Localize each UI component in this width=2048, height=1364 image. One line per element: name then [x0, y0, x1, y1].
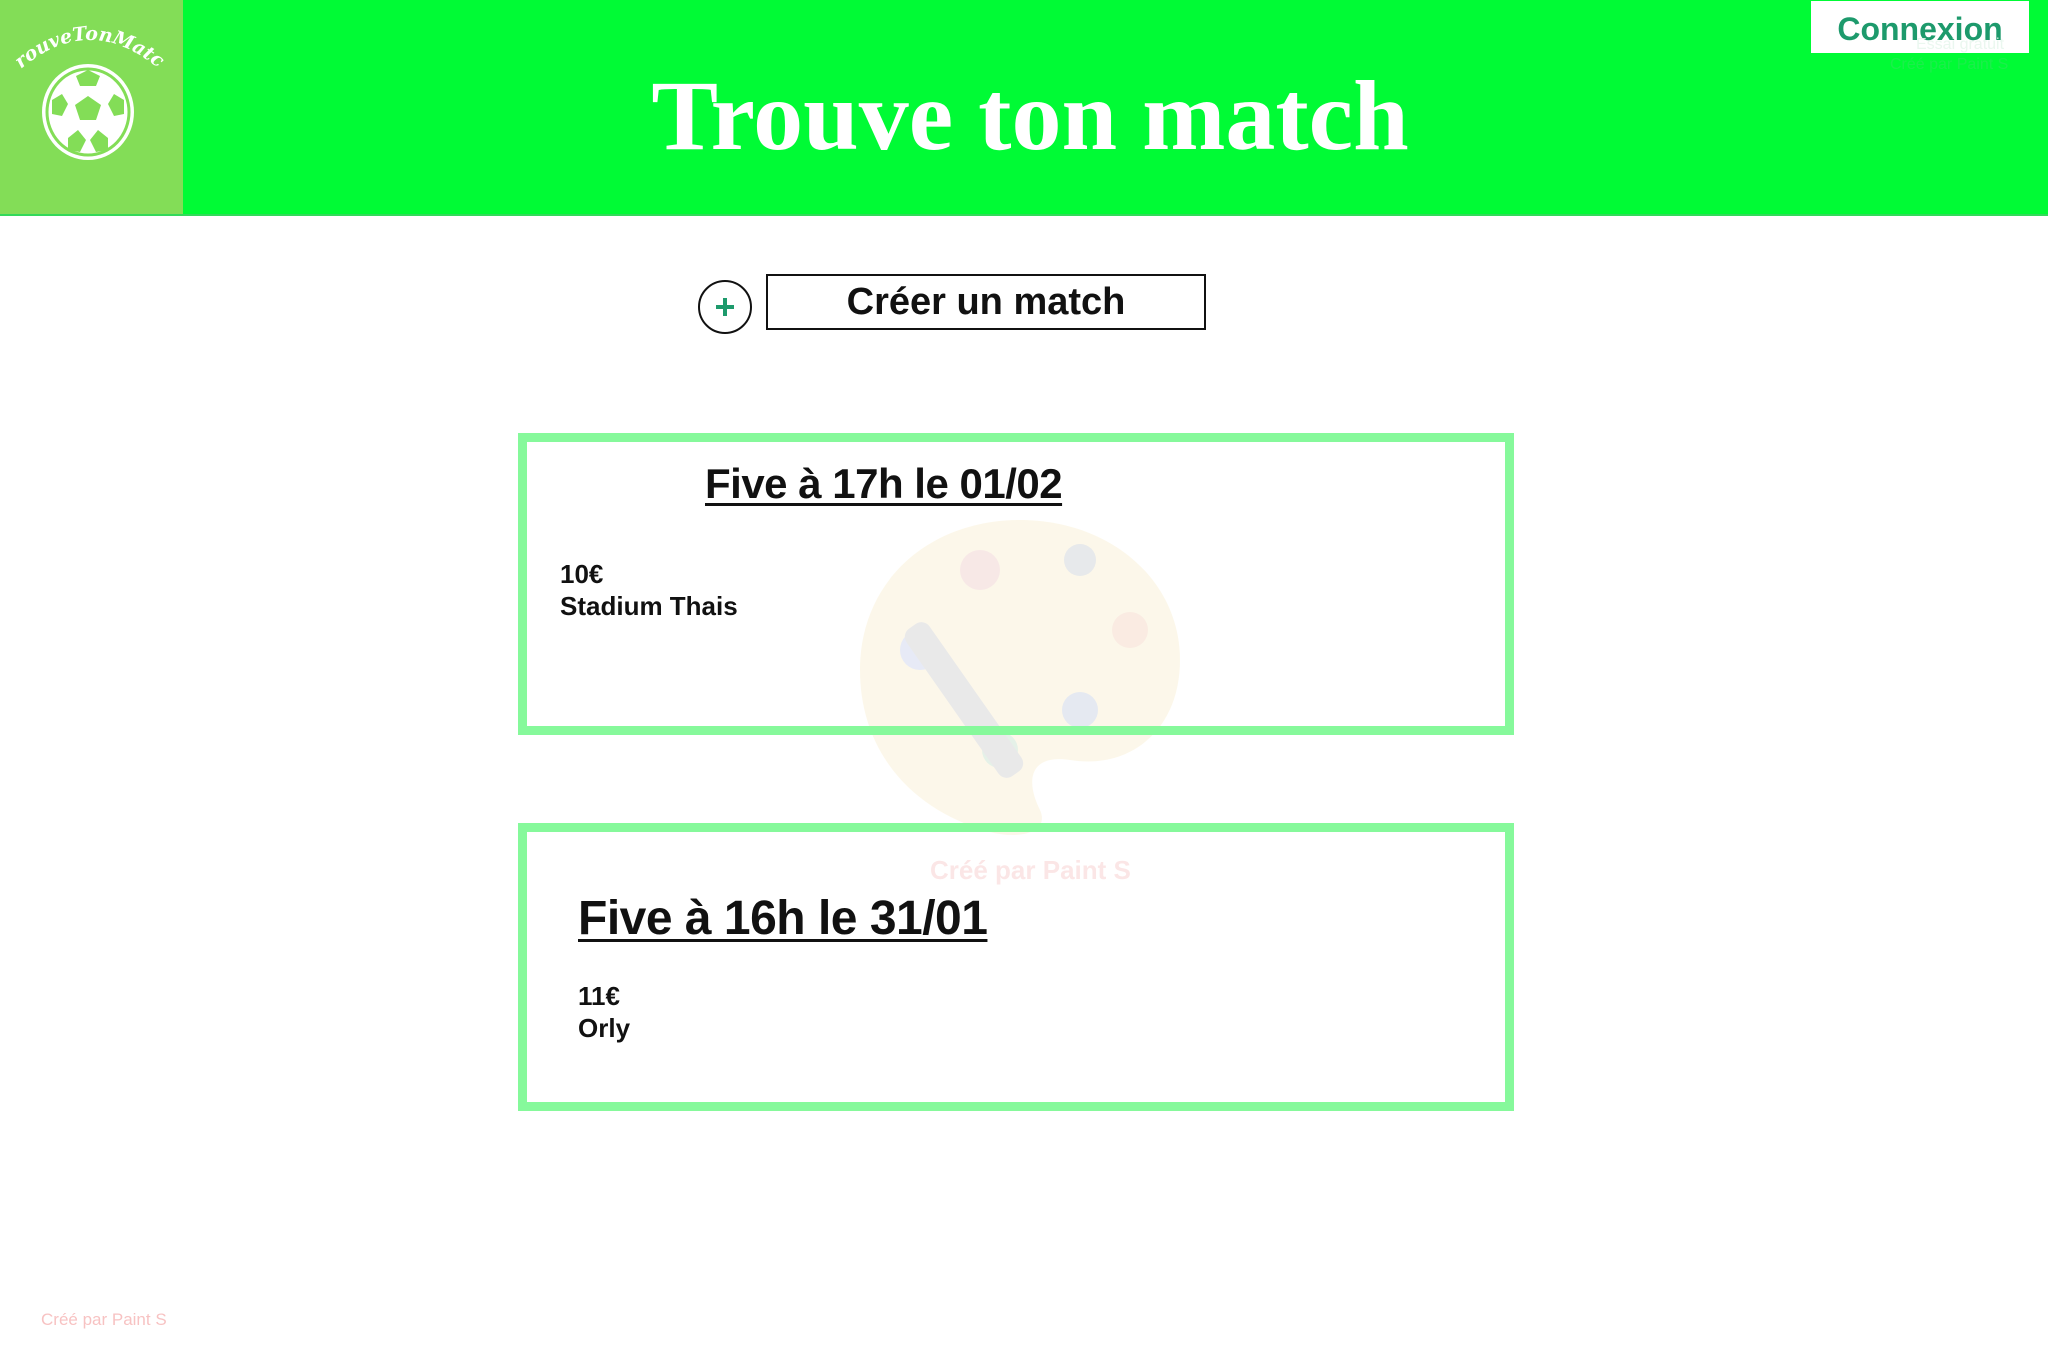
match-title[interactable]: Five à 17h le 01/02 [705, 458, 1063, 510]
page-title: Trouve ton match [651, 60, 1409, 171]
match-price: 11€ [578, 981, 620, 1011]
created-by-watermark: Créé par Paint S [930, 855, 1131, 885]
match-price: 10€ [560, 559, 604, 589]
create-match-button[interactable]: Créer un match [766, 274, 1206, 330]
match-title[interactable]: Five à 16h le 31/01 [578, 890, 988, 948]
created-by-watermark: Créé par Paint S [1890, 56, 2009, 73]
match-location: Orly [578, 1013, 631, 1043]
header-bar: TrouveTonMatch Trouve ton match Connexio… [0, 0, 2048, 216]
add-match-button[interactable] [698, 280, 752, 334]
created-by-watermark: Créé par Paint S [41, 1310, 167, 1329]
plus-icon [716, 298, 734, 316]
trial-watermark: Essai gratuit [1916, 36, 2005, 53]
match-location: Stadium Thais [560, 591, 738, 621]
match-card[interactable]: Five à 17h le 01/02 10€ Stadium Thais [518, 433, 1514, 735]
page: TrouveTonMatch Trouve ton match Connexio… [0, 0, 2048, 1364]
